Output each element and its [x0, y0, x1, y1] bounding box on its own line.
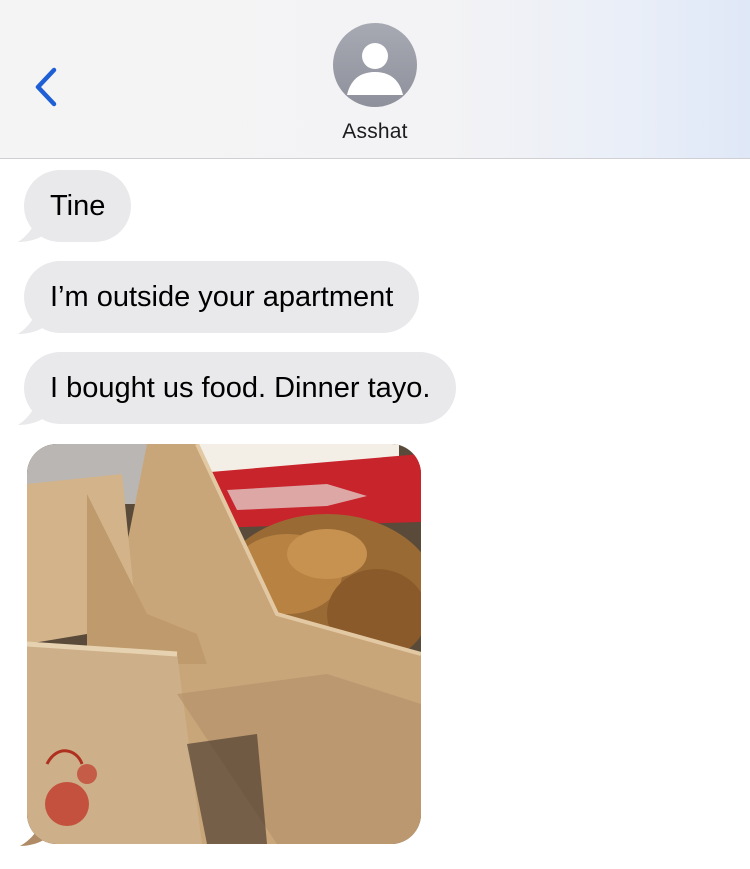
contact-avatar[interactable] [333, 23, 417, 107]
contact-name[interactable]: Asshat [0, 120, 750, 144]
food-bags-photo [27, 444, 421, 844]
message-thread: Tine I’m outside your apartment I bought… [0, 160, 750, 869]
conversation-header: Asshat [0, 0, 750, 159]
back-button[interactable] [28, 62, 68, 112]
image-message[interactable] [27, 444, 421, 844]
message-bubble[interactable]: I bought us food. Dinner tayo. [24, 352, 457, 424]
message-text: Tine [50, 190, 106, 222]
message-bubble[interactable]: I’m outside your apartment [24, 261, 420, 333]
chevron-left-icon [35, 67, 57, 107]
message-bubble[interactable]: Tine [24, 170, 132, 242]
message-text: I bought us food. Dinner tayo. [50, 372, 431, 404]
message-text: I’m outside your apartment [50, 281, 394, 313]
person-silhouette-icon [347, 43, 403, 95]
